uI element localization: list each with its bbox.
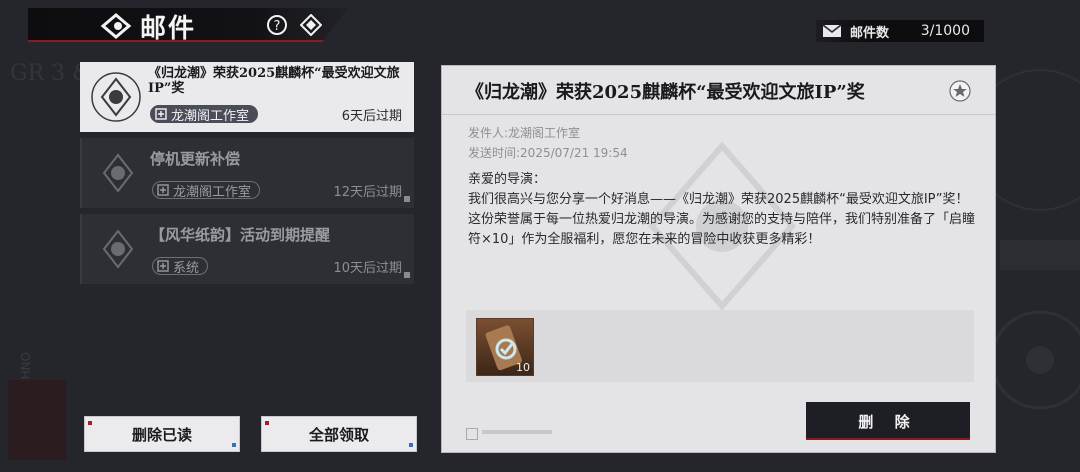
mail-paragraph: 这份荣誉属于每一位热爱归龙潮的导演。为感谢您的支持与陪伴，我们特别准备了「启瞳符… (468, 212, 976, 247)
corner-mark (88, 421, 92, 425)
mail-sender: 系统 (173, 260, 200, 276)
mail-title: 停机更新补偿 (150, 150, 241, 168)
page-title: 邮件 (140, 14, 197, 44)
delete-label: 删 除 (858, 412, 918, 431)
mail-title: 【风华纸韵】活动到期提醒 (150, 226, 331, 244)
mail-body: 亲爱的导演： 我们很高兴与您分享一个好消息——《归龙潮》荣获2025麒麟杯“最受… (468, 170, 978, 250)
delete-read-label: 删除已读 (131, 425, 192, 444)
diamond-icon[interactable] (300, 14, 322, 36)
divider (442, 114, 995, 115)
mail-paragraph: 我们很高兴与您分享一个好消息——《归龙潮》荣获2025麒麟杯“最受欢迎文旅IP”… (468, 192, 969, 207)
mail-expire: 10天后过期 (333, 261, 402, 276)
delete-read-button[interactable]: 删除已读 (84, 416, 240, 452)
mail-sender-line: 发件人:龙潮阁工作室 (468, 126, 581, 140)
accent-line (806, 438, 970, 440)
sender-icon (157, 260, 169, 272)
mail-list-item[interactable]: 《归龙潮》荣获2025麒麟杯“最受欢迎文旅IP”奖 龙潮阁工作室 6天后过期 (80, 62, 414, 132)
envelope-icon (822, 24, 842, 37)
corner-mark (404, 196, 410, 202)
star-circle-icon[interactable] (949, 80, 971, 102)
delete-button[interactable]: 删 除 (806, 402, 970, 440)
mail-sender-tag: 系统 (152, 257, 209, 276)
corner-mark (404, 272, 410, 278)
back-eye-icon[interactable] (100, 12, 132, 40)
sender-icon (155, 108, 167, 120)
mail-list-item[interactable]: 停机更新补偿 龙潮阁工作室 12天后过期 (80, 138, 414, 208)
mail-expire: 12天后过期 (333, 185, 402, 200)
corner-mark (232, 443, 236, 447)
mail-detail-panel: 《归龙潮》荣获2025麒麟杯“最受欢迎文旅IP”奖 发件人:龙潮阁工作室 发送时… (441, 65, 996, 453)
attachment-qty: 10 (516, 361, 530, 374)
mail-list: 《归龙潮》荣获2025麒麟杯“最受欢迎文旅IP”奖 龙潮阁工作室 6天后过期 停… (80, 62, 414, 290)
dragon-emblem-icon (91, 72, 141, 122)
question-circle-icon[interactable]: ? (266, 14, 288, 36)
stamp-line (482, 430, 552, 434)
mail-sender-tag: 龙潮阁工作室 (150, 105, 259, 124)
mail-sender: 龙潮阁工作室 (171, 108, 250, 124)
mail-expire: 6天后过期 (341, 109, 402, 124)
mail-count-bar: 邮件数 3/1000 (816, 20, 984, 42)
mail-title: 《归龙潮》荣获2025麒麟杯“最受欢迎文旅IP”奖 (148, 66, 400, 96)
mail-count-value: 3/1000 (920, 23, 970, 39)
dragon-emblem-icon (102, 229, 134, 269)
stamp-icon (466, 428, 478, 440)
mail-time-line: 发送时间:2025/07/21 19:54 (468, 146, 628, 160)
svg-text:?: ? (274, 19, 281, 34)
svg-text:TOKECHNO: TOKECHNO (19, 352, 33, 421)
mail-sender-tag: 龙潮阁工作室 (152, 181, 261, 200)
dragon-emblem-icon (102, 153, 134, 193)
claim-all-label: 全部领取 (308, 425, 369, 444)
attachment-area: 10 (466, 310, 974, 382)
attachment-item[interactable]: 10 (476, 318, 534, 376)
sender-icon (157, 184, 169, 196)
mail-sender: 龙潮阁工作室 (173, 184, 252, 200)
claim-all-button[interactable]: 全部领取 (261, 416, 417, 452)
corner-mark (265, 421, 269, 425)
mail-count-label: 邮件数 (850, 25, 890, 41)
corner-mark (409, 443, 413, 447)
mail-greeting: 亲爱的导演： (468, 172, 547, 187)
mail-detail-title: 《归龙潮》荣获2025麒麟杯“最受欢迎文旅IP”奖 (466, 82, 865, 103)
mail-list-item[interactable]: 【风华纸韵】活动到期提醒 系统 10天后过期 (80, 214, 414, 284)
